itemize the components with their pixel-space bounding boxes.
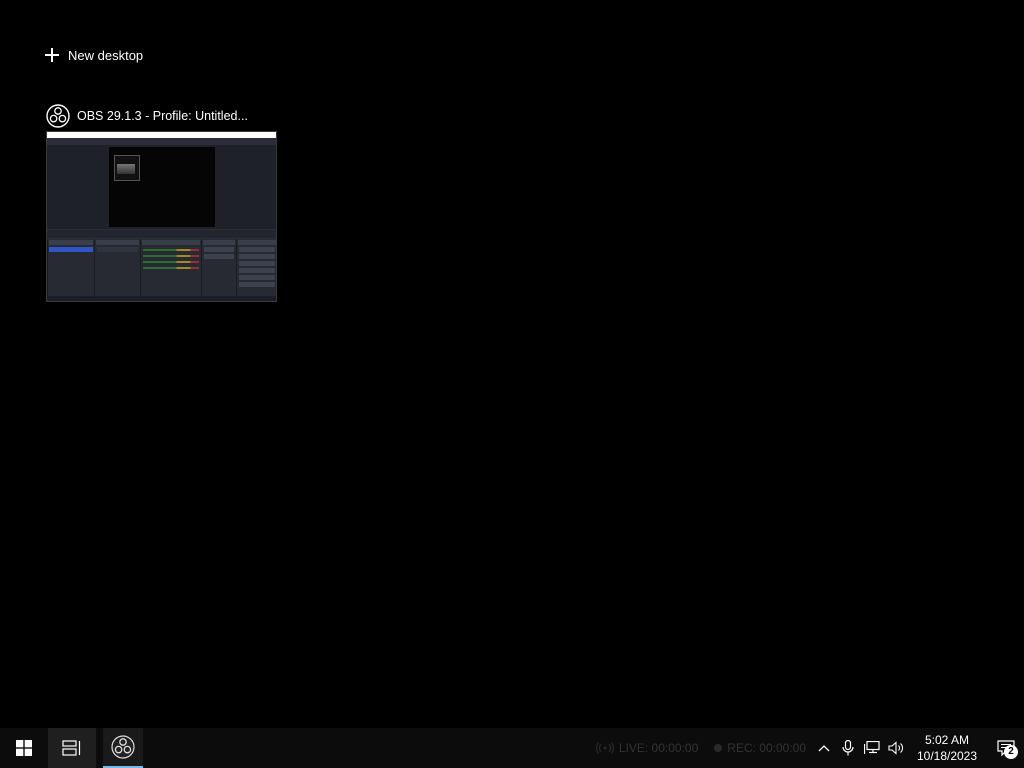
notification-count-badge: 2: [1004, 745, 1018, 759]
speaker-icon: [888, 741, 903, 755]
thumb-menubar: [49, 139, 276, 144]
new-desktop-button[interactable]: New desktop: [44, 44, 143, 66]
window-card-obs[interactable]: OBS 29.1.3 - Profile: Untitled...: [46, 103, 278, 302]
volume-tray-button[interactable]: [884, 728, 908, 768]
task-view-screen: New desktop OBS 29.1.3 - Profile: Untitl…: [0, 0, 1024, 768]
start-button[interactable]: [0, 728, 48, 768]
obs-status-indicator[interactable]: LIVE: 00:00:00 REC: 00:00:00: [595, 741, 806, 755]
clock-time: 5:02 AM: [924, 733, 970, 747]
system-tray: LIVE: 00:00:00 REC: 00:00:00 5:02 AM 10/…: [595, 728, 1024, 768]
obs-icon: [111, 735, 135, 759]
new-desktop-label: New desktop: [68, 47, 144, 63]
microphone-tray-button[interactable]: [836, 728, 860, 768]
window-card-header: OBS 29.1.3 - Profile: Untitled...: [46, 103, 278, 129]
record-dot-icon: [714, 744, 723, 752]
live-status-label: LIVE: 00:00:00: [618, 741, 699, 755]
obs-icon: [46, 104, 70, 128]
thumb-statusbar: [47, 296, 276, 301]
microphone-icon: [842, 740, 854, 756]
taskbar-app-obs[interactable]: [103, 728, 143, 768]
windows-logo-icon: [16, 740, 32, 756]
task-view-icon: [62, 740, 81, 756]
window-thumbnail[interactable]: [46, 131, 277, 302]
thumb-titlebar: [47, 132, 276, 138]
network-icon: [864, 741, 880, 754]
thumb-audio-mixer-dock: [140, 239, 201, 299]
task-view-button[interactable]: [48, 728, 96, 768]
window-title: OBS 29.1.3 - Profile: Untitled...: [77, 109, 248, 123]
taskbar: LIVE: 00:00:00 REC: 00:00:00 5:02 AM 10/…: [0, 728, 1024, 768]
rec-status-label: REC: 00:00:00: [727, 741, 806, 755]
chevron-up-icon: [818, 745, 830, 752]
thumb-nested-preview: [114, 155, 140, 181]
action-center-button[interactable]: 2: [988, 728, 1024, 768]
clock-date: 10/18/2023: [916, 749, 978, 763]
broadcast-icon: [595, 742, 614, 754]
thumb-scenes-dock: [47, 239, 94, 299]
network-tray-button[interactable]: [860, 728, 884, 768]
taskbar-clock[interactable]: 5:02 AM 10/18/2023: [914, 732, 980, 764]
thumb-controls-dock: [236, 239, 276, 299]
thumb-sources-dock: [94, 239, 140, 299]
show-hidden-icons-button[interactable]: [812, 728, 836, 768]
thumb-source-toolbar: [47, 230, 276, 238]
thumb-transitions-dock: [201, 239, 236, 299]
plus-icon: [44, 47, 60, 63]
